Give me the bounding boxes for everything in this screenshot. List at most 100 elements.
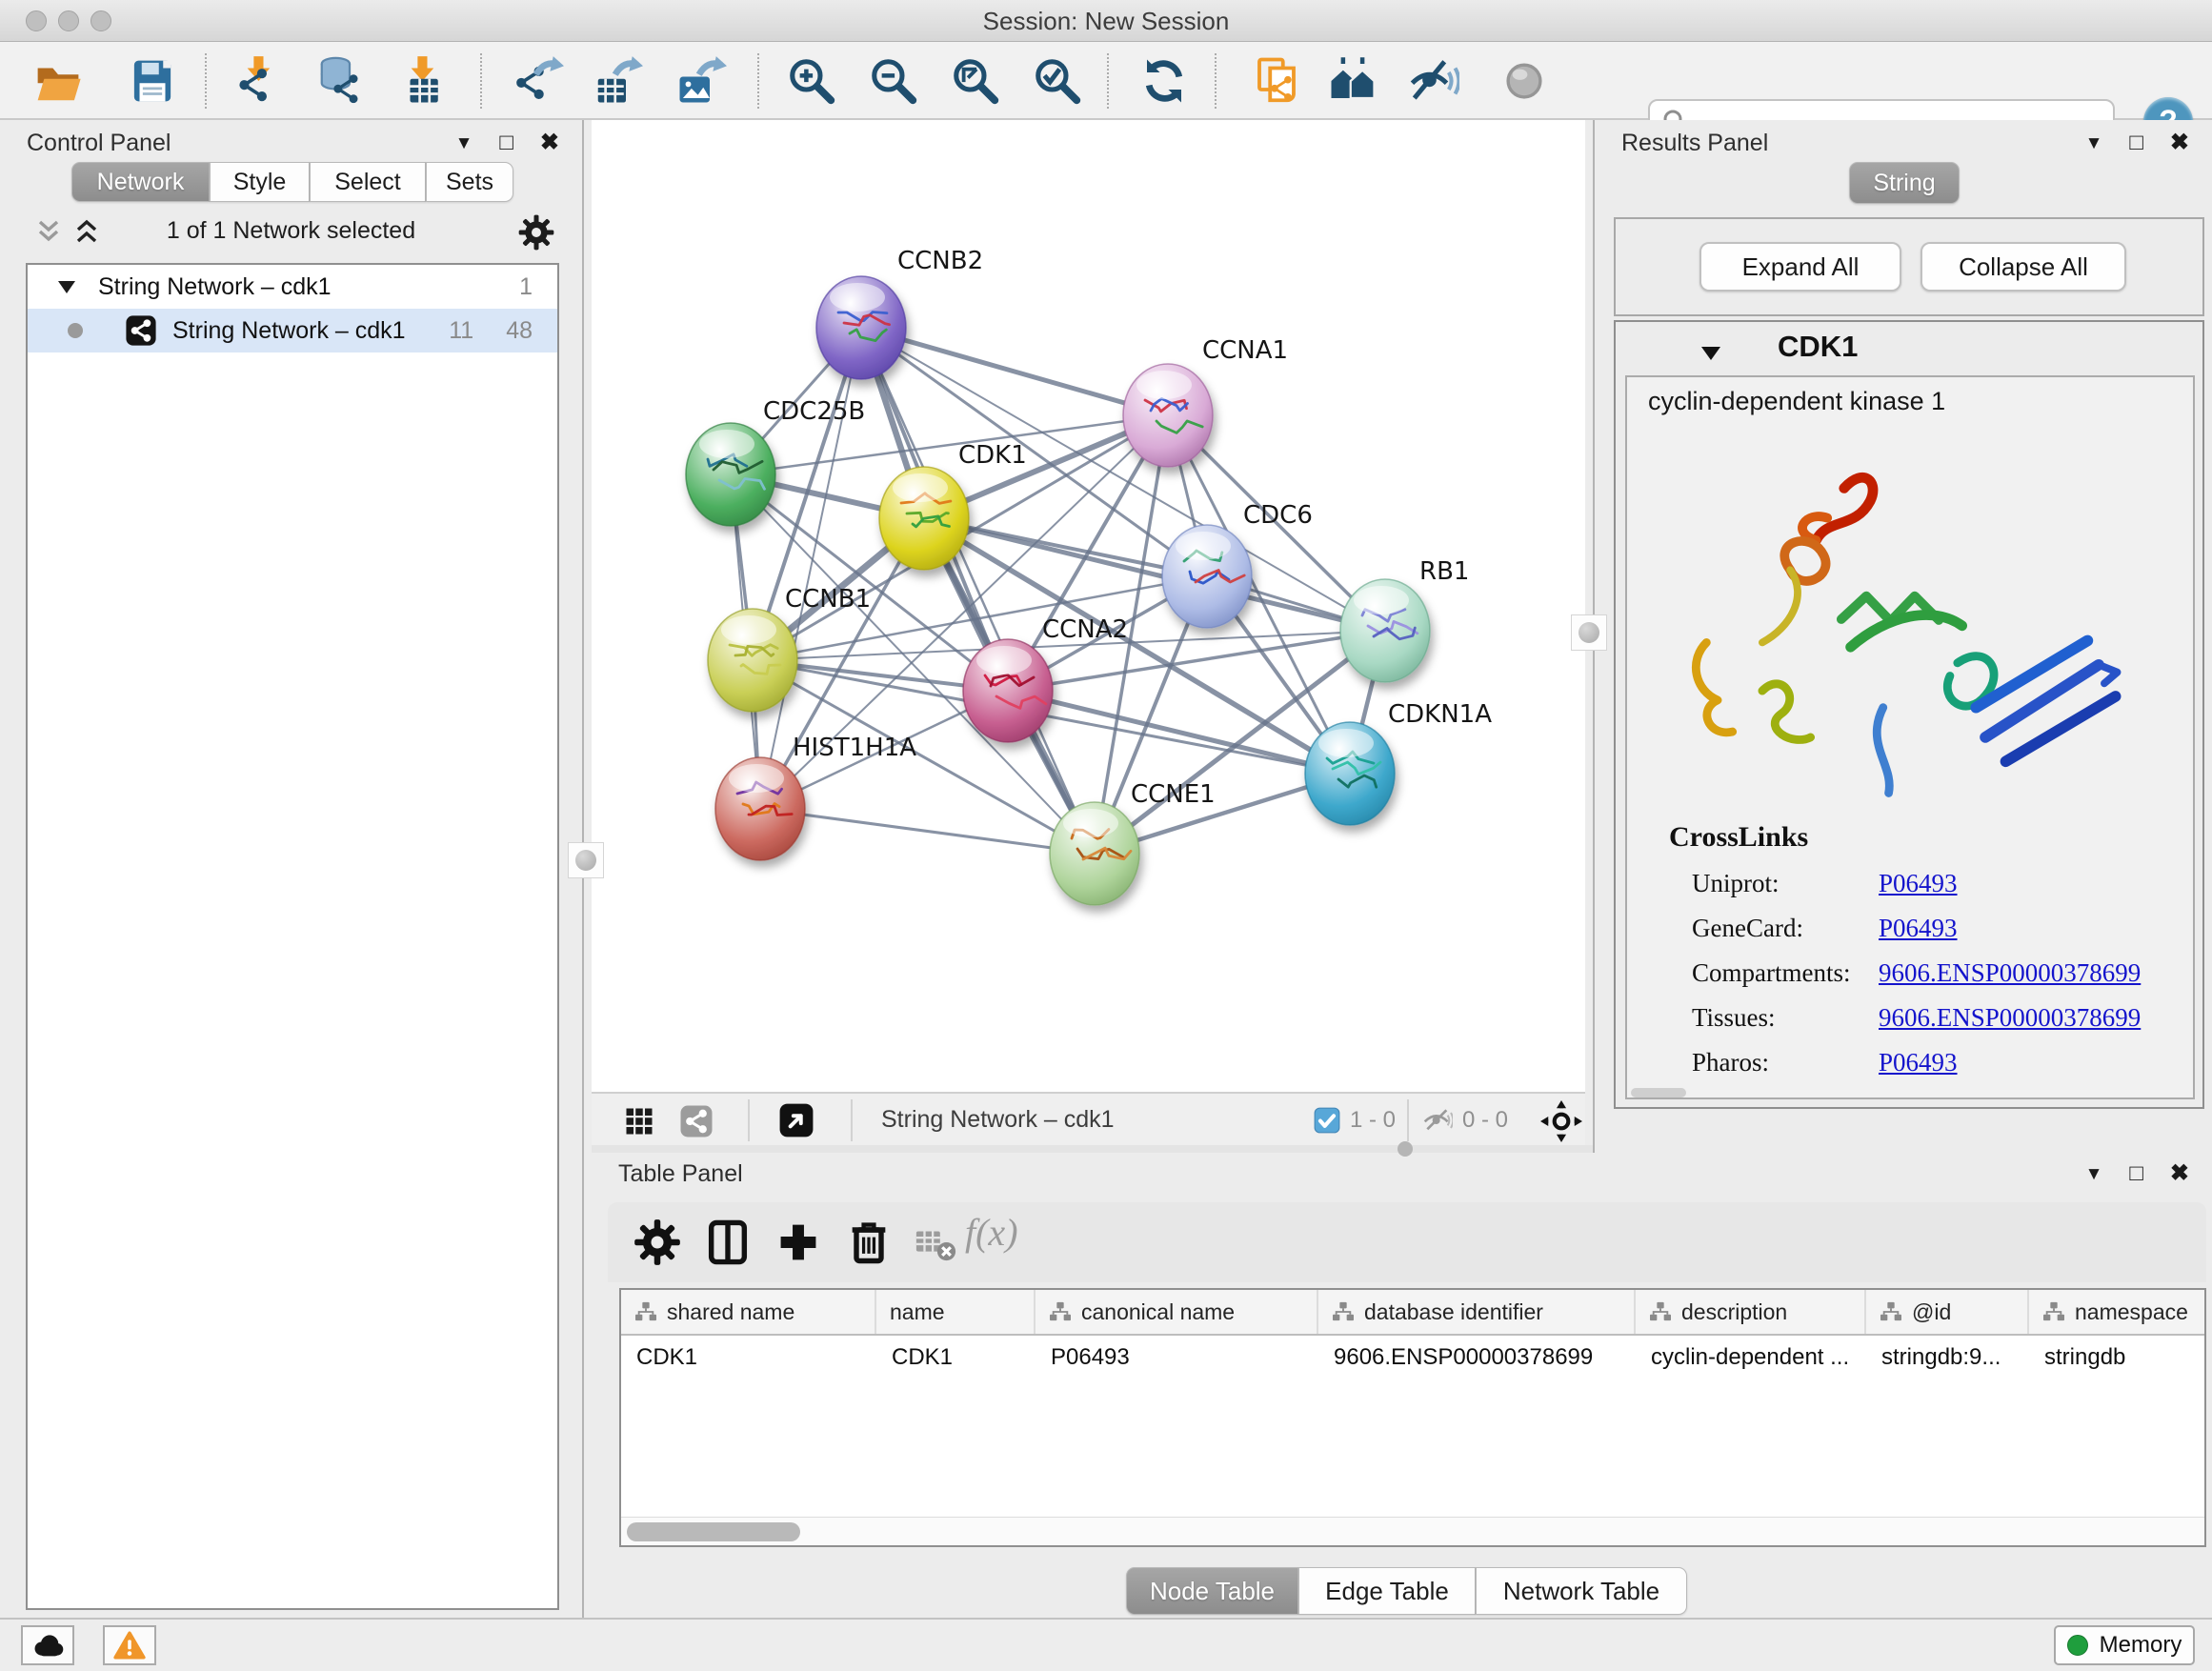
column-header-@id[interactable]: @id (1866, 1290, 2029, 1334)
zoom-fit-button[interactable] (950, 55, 1001, 107)
table-settings-gear-icon[interactable] (633, 1218, 682, 1267)
column-header-canonical-name[interactable]: canonical name (1036, 1290, 1318, 1334)
node-CCNB2[interactable]: CCNB2 (816, 247, 983, 379)
function-builder-icon[interactable]: f(x) (965, 1210, 1051, 1259)
export-image-icon (675, 55, 727, 107)
string-import-button[interactable] (1251, 55, 1302, 107)
memory-button[interactable]: Memory (2054, 1625, 2195, 1665)
column-visibility-icon[interactable] (703, 1218, 753, 1267)
network-icon (125, 314, 157, 347)
refresh-button[interactable] (1138, 55, 1190, 107)
gene-result-card: CDK1 cyclin-dependent kinase 1 (1614, 320, 2204, 1109)
delete-table-icon[interactable] (914, 1218, 957, 1267)
export-network-button[interactable] (513, 55, 564, 107)
column-header-database-identifier[interactable]: database identifier (1318, 1290, 1636, 1334)
table-row[interactable]: CDK1CDK1P064939606.ENSP00000378699cyclin… (621, 1336, 2204, 1379)
gene-card-hscroll-thumb[interactable] (1631, 1088, 1686, 1097)
crosslink-value-link[interactable]: P06493 (1879, 914, 1958, 943)
crosslink-value-link[interactable]: 9606.ENSP00000378699 (1879, 1003, 2141, 1033)
panel-close-icon[interactable]: ✖ (540, 131, 559, 154)
import-database-button[interactable] (315, 55, 367, 107)
network-collection-row[interactable]: String Network – cdk1 1 (28, 265, 557, 309)
open-session-button[interactable] (32, 55, 84, 107)
panel-float-icon[interactable]: □ (2129, 1162, 2143, 1185)
gene-card-expander-icon[interactable] (1699, 343, 1722, 363)
zoom-out-button[interactable] (868, 55, 919, 107)
edge-CCNB2-CCNE1[interactable] (861, 328, 1095, 854)
string-import-icon (1251, 55, 1302, 107)
panel-float-icon[interactable]: □ (2129, 131, 2143, 154)
panel-float-icon[interactable]: □ (499, 131, 513, 154)
tab-string[interactable]: String (1849, 162, 1960, 204)
fit-crosshair-icon[interactable] (1540, 1100, 1582, 1142)
zoom-in-button[interactable] (786, 55, 837, 107)
node-CDC25B[interactable]: CDC25B (686, 397, 865, 526)
crosslink-value-link[interactable]: P06493 (1879, 1048, 1958, 1077)
string-network-graph[interactable]: CCNB2 CCNA1 CDC25B CDK1 CDC6 RB1 (592, 120, 1585, 1092)
panel-close-icon[interactable]: ✖ (2170, 131, 2189, 154)
collection-label: String Network – cdk1 (98, 273, 332, 301)
crosslink-value-link[interactable]: P06493 (1879, 869, 1958, 898)
tab-node-table[interactable]: Node Table (1126, 1567, 1298, 1615)
tab-network-table[interactable]: Network Table (1476, 1567, 1687, 1615)
column-header-description[interactable]: description (1636, 1290, 1866, 1334)
table-hscrollbar[interactable] (621, 1517, 2204, 1545)
open-session-icon (32, 55, 84, 107)
grid-view-icon[interactable] (622, 1104, 656, 1138)
tab-sets[interactable]: Sets (426, 162, 513, 202)
column-header-namespace[interactable]: namespace (2029, 1290, 2206, 1334)
share-network-icon[interactable] (679, 1104, 714, 1138)
panel-menu-icon[interactable]: ▼ (2085, 1165, 2103, 1183)
home-button[interactable] (1327, 55, 1378, 107)
node-CCNE1[interactable]: CCNE1 (1050, 780, 1216, 905)
show-panel-button[interactable] (1498, 55, 1550, 107)
edge-CCNB2-CCNA1[interactable] (861, 328, 1168, 415)
panel-menu-icon[interactable]: ▼ (455, 134, 473, 152)
node-CDK1[interactable]: CDK1 (879, 441, 1027, 570)
column-header-shared-name[interactable]: shared name (621, 1290, 876, 1334)
panel-menu-icon[interactable]: ▼ (2085, 134, 2103, 152)
export-table-button[interactable] (592, 55, 643, 107)
hidden-eye-icon[interactable] (1422, 1106, 1453, 1135)
collection-expander-icon[interactable] (56, 277, 77, 296)
panel-close-icon[interactable]: ✖ (2170, 1162, 2189, 1185)
node-CCNB1[interactable]: CCNB1 (708, 585, 871, 712)
left-splitter-handle[interactable] (568, 842, 604, 878)
zoom-selected-button[interactable] (1032, 55, 1083, 107)
table-toolbar: f(x) (608, 1202, 2206, 1282)
hide-panel-button[interactable] (1408, 55, 1459, 107)
delete-column-icon[interactable] (844, 1218, 894, 1267)
tab-edge-table[interactable]: Edge Table (1298, 1567, 1476, 1615)
tab-network[interactable]: Network (71, 162, 210, 202)
add-column-icon[interactable] (774, 1218, 823, 1267)
warning-status-button[interactable] (103, 1625, 156, 1665)
node-CCNA2[interactable]: CCNA2 (963, 615, 1128, 742)
edge-HIST1H1A-CCNE1[interactable] (760, 809, 1095, 854)
node-HIST1H1A[interactable]: HIST1H1A (715, 734, 916, 860)
edge-CDK1-RB1[interactable] (924, 518, 1385, 631)
expand-all-button[interactable]: Expand All (1699, 242, 1901, 292)
column-header-label: canonical name (1081, 1299, 1235, 1325)
import-table-button[interactable] (397, 55, 449, 107)
collapse-all-button[interactable]: Collapse All (1920, 242, 2126, 292)
export-image-button[interactable] (675, 55, 727, 107)
bottom-splitter-handle[interactable] (1398, 1141, 1413, 1157)
node-CCNA1[interactable]: CCNA1 (1123, 336, 1288, 467)
tab-style[interactable]: Style (210, 162, 310, 202)
network-options-gear-icon[interactable] (517, 213, 555, 252)
network-canvas[interactable]: CCNB2 CCNA1 CDC25B CDK1 CDC6 RB1 (592, 120, 1585, 1092)
node-CDKN1A[interactable]: CDKN1A (1305, 700, 1492, 825)
network-row-selected[interactable]: String Network – cdk1 11 48 (28, 309, 557, 352)
save-session-button[interactable] (127, 55, 178, 107)
import-network-button[interactable] (233, 55, 285, 107)
birdseye-view-icon[interactable] (778, 1102, 814, 1138)
column-header-name[interactable]: name (876, 1290, 1036, 1334)
node-RB1[interactable]: RB1 (1340, 557, 1469, 682)
right-splitter-handle[interactable] (1571, 614, 1607, 651)
crosslink-value-link[interactable]: 9606.ENSP00000378699 (1879, 958, 2141, 988)
selected-checkbox-icon[interactable] (1314, 1107, 1340, 1134)
tab-select[interactable]: Select (310, 162, 426, 202)
table-hscroll-thumb[interactable] (627, 1522, 800, 1541)
cloud-status-button[interactable] (21, 1625, 74, 1665)
crosslink-label: GeneCard: (1692, 914, 1879, 943)
